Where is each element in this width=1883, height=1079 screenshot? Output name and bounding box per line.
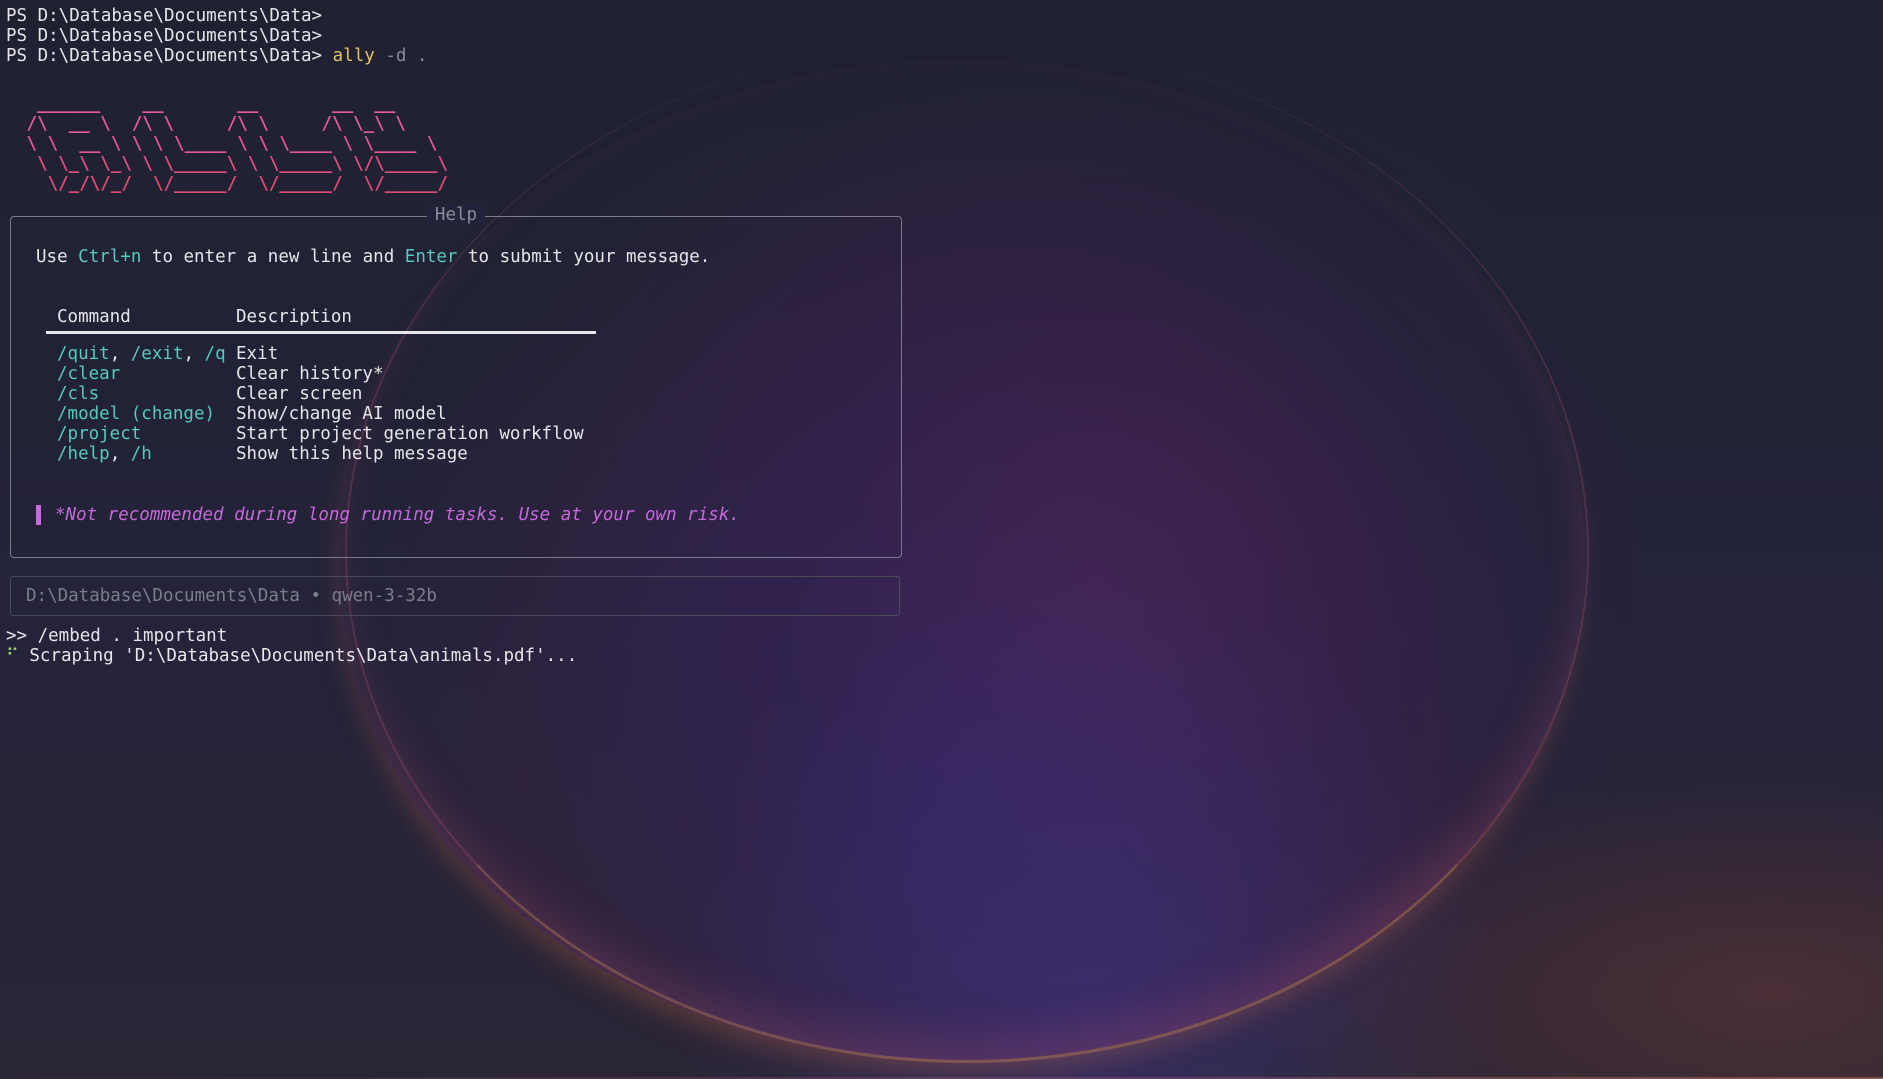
help-instructions: Use Ctrl+n to enter a new line and Enter…	[36, 247, 711, 267]
help-footnote: *Not recommended during long running tas…	[36, 505, 740, 525]
command-name: ally	[332, 46, 375, 66]
ally-ascii-logo: ______ __ __ __ __ /\ __ \ /\ \ /\ \ /\ …	[16, 94, 448, 194]
terminal-window[interactable]: PS D:\Database\Documents\Data> PS D:\Dat…	[0, 0, 1883, 1079]
table-row: /cls Clear screen	[57, 384, 363, 404]
table-row: /help, /h Show this help message	[57, 444, 468, 464]
table-row: /model (change) Show/change AI model	[57, 404, 447, 424]
table-row: /quit, /exit, /q Exit	[57, 344, 279, 364]
prompt-line: PS D:\Database\Documents\Data>	[6, 26, 323, 46]
spinner-icon: ⠋	[6, 646, 19, 666]
keybind-enter: Enter	[404, 247, 458, 267]
quote-bar	[36, 505, 41, 525]
help-panel-title: Help	[11, 205, 901, 225]
command-args: -d .	[374, 46, 428, 66]
table-row: /project Start project generation workfl…	[57, 424, 584, 444]
commands-table: Command Description /quit, /exit, /q Exi…	[46, 307, 596, 464]
status-bar: D:\Database\Documents\Data • qwen-3-32b	[10, 576, 900, 616]
progress-line: ⠋ Scraping 'D:\Database\Documents\Data\a…	[6, 646, 577, 666]
table-row: /clear Clear history*	[57, 364, 384, 384]
progress-text: Scraping 'D:\Database\Documents\Data\ani…	[18, 646, 578, 666]
keybind-ctrl-n: Ctrl+n	[78, 247, 142, 267]
status-model: qwen-3-32b	[331, 586, 437, 606]
help-panel: Help Use Ctrl+n to enter a new line and …	[10, 205, 902, 558]
user-input-line[interactable]: >> /embed . important	[6, 626, 577, 646]
header-command: Command	[57, 307, 131, 327]
prompt-line: PS D:\Database\Documents\Data> ally -d .	[6, 46, 428, 66]
commands-table-header: Command Description	[46, 307, 596, 334]
status-path: D:\Database\Documents\Data	[26, 586, 300, 606]
prompt-line: PS D:\Database\Documents\Data>	[6, 6, 323, 26]
status-separator: •	[299, 586, 332, 606]
header-description: Description	[236, 307, 352, 327]
